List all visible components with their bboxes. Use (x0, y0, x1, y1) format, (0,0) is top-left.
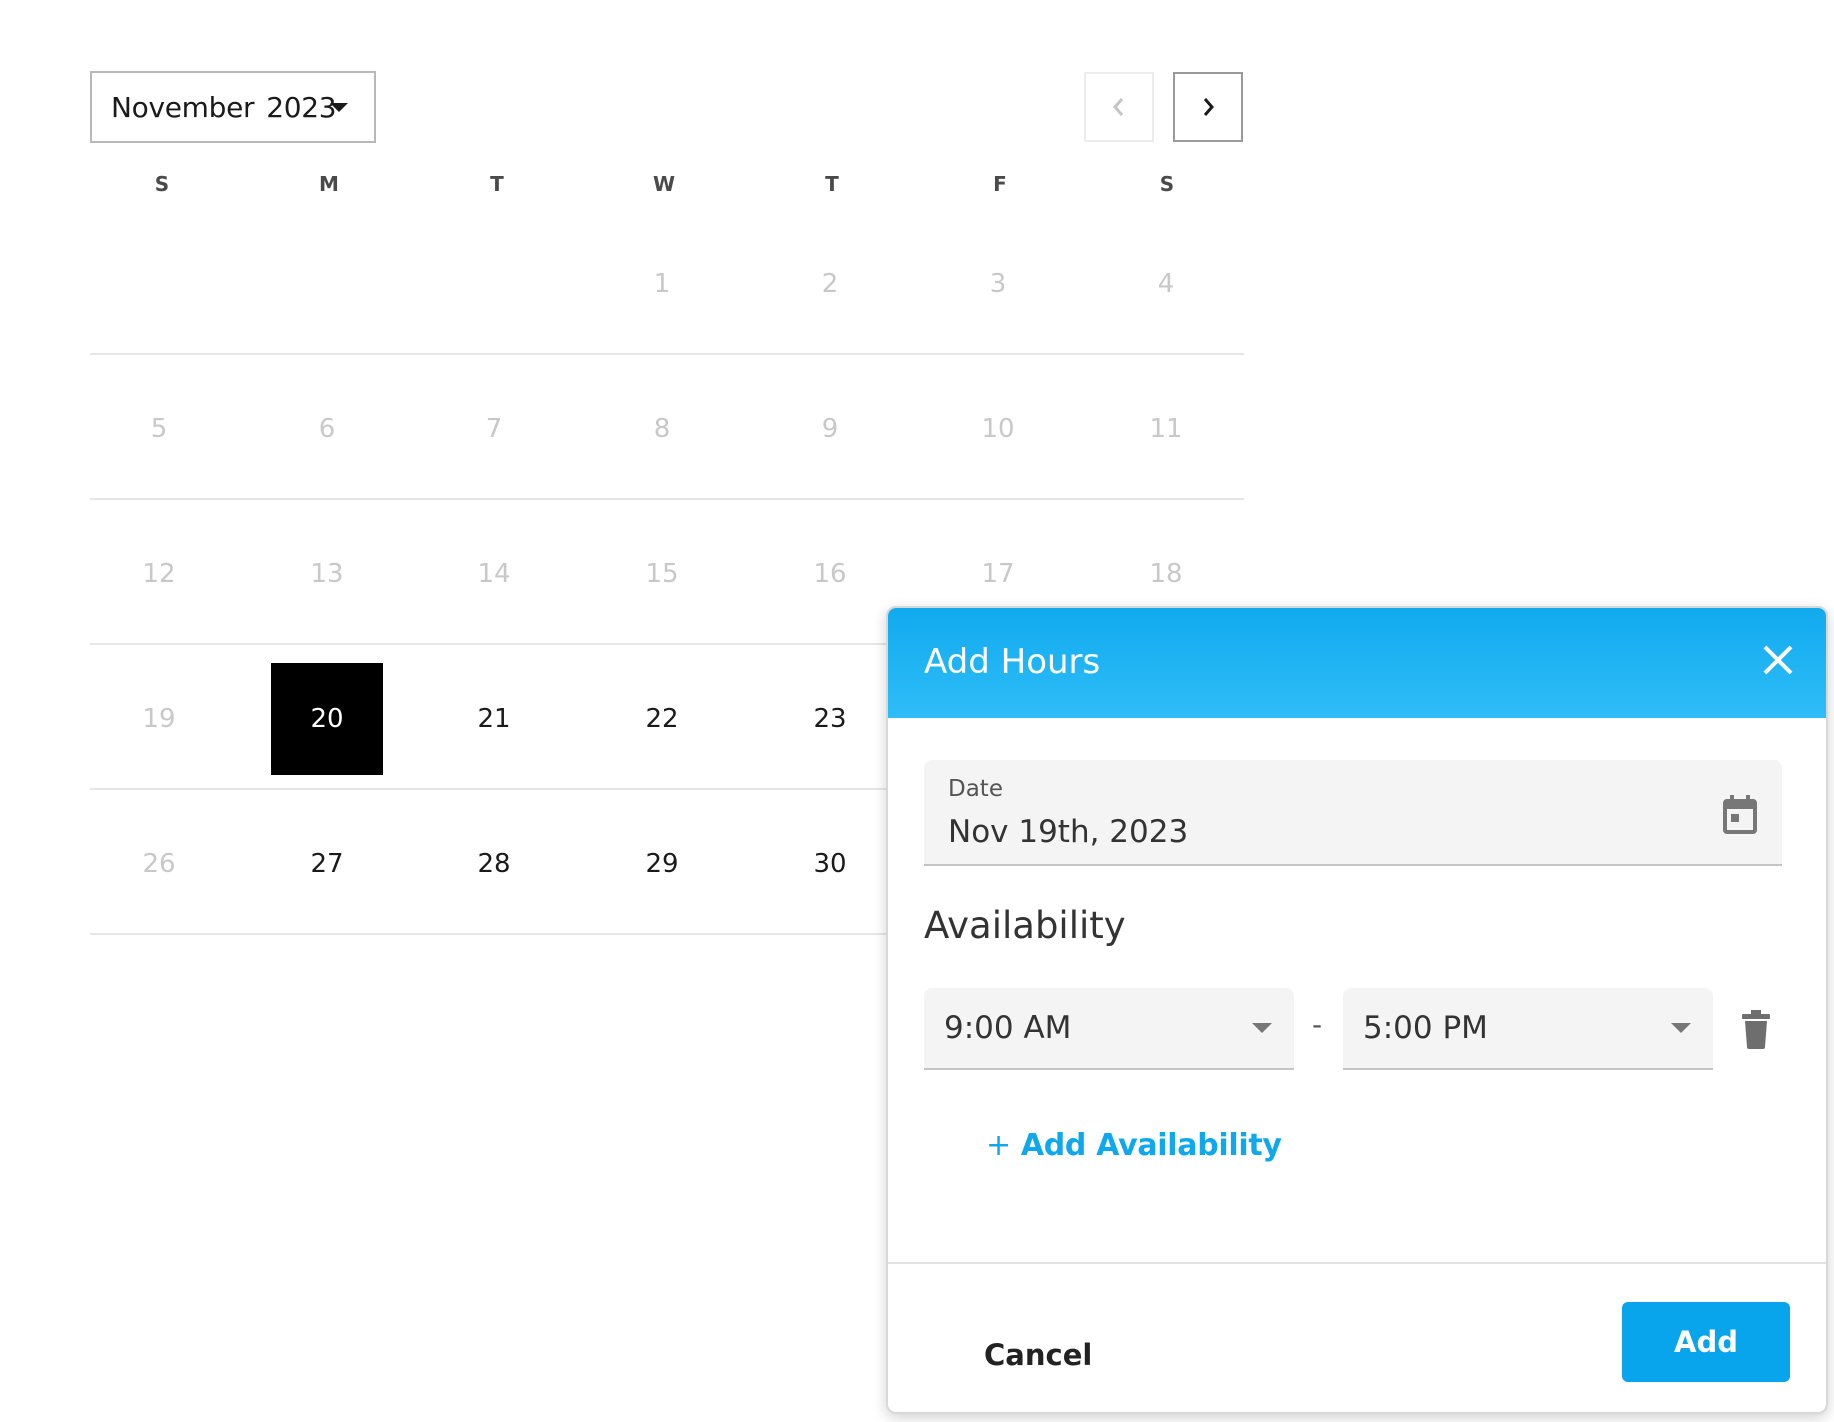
weekday-tuesday: T (490, 172, 504, 196)
month-label: November (111, 90, 255, 124)
weekday-wednesday: W (652, 172, 676, 196)
add-availability-link[interactable]: + Add Availability (986, 1128, 1282, 1163)
dialog-header: Add Hours (888, 608, 1826, 718)
availability-heading: Availability (924, 904, 1126, 947)
calendar-day: 2 (821, 269, 839, 299)
add-hours-dialog: Add Hours Date Nov 19th, 2023 Availabili… (886, 606, 1828, 1414)
caret-down-icon (330, 103, 348, 112)
week-divider (90, 353, 1244, 355)
calendar-day: 26 (142, 849, 176, 879)
calendar-day: 4 (1157, 269, 1175, 299)
weekday-sunday: S (154, 172, 170, 196)
weekday-saturday: S (1159, 172, 1175, 196)
caret-down-icon (1252, 1023, 1272, 1033)
end-time-value: 5:00 PM (1363, 1010, 1488, 1046)
calendar-day-selected[interactable]: 20 (271, 663, 383, 775)
weekday-thursday: T (825, 172, 839, 196)
start-time-select[interactable]: 9:00 AM (924, 988, 1294, 1070)
chevron-right-icon (1203, 98, 1214, 116)
delete-availability-button[interactable] (1738, 1008, 1774, 1050)
calendar-day: 14 (477, 559, 511, 589)
chevron-left-icon (1113, 98, 1124, 116)
caret-down-icon (1671, 1023, 1691, 1033)
calendar-day: 10 (981, 414, 1015, 444)
calendar-day[interactable]: 30 (774, 808, 886, 920)
calendar-day[interactable]: 21 (438, 663, 550, 775)
calendar-day: 7 (485, 414, 503, 444)
availability-screen: November 2023 S M T W T F S 1 2 3 4 5 6 … (0, 0, 1834, 1422)
end-time-select[interactable]: 5:00 PM (1343, 988, 1713, 1070)
calendar-day: 9 (821, 414, 839, 444)
close-icon (1763, 645, 1793, 675)
trash-icon (1742, 1010, 1770, 1049)
date-field[interactable]: Date Nov 19th, 2023 (924, 760, 1782, 866)
add-availability-label: Add Availability (1020, 1128, 1282, 1163)
calendar-day: 3 (989, 269, 1007, 299)
footer-divider (888, 1262, 1826, 1264)
time-range-separator: - (1312, 1008, 1323, 1041)
plus-icon: + (986, 1128, 1011, 1163)
add-button[interactable]: Add (1622, 1302, 1790, 1382)
month-year-select[interactable]: November 2023 (90, 71, 376, 143)
start-time-value: 9:00 AM (944, 1010, 1072, 1046)
calendar-day[interactable]: 29 (606, 808, 718, 920)
calendar-day: 5 (150, 414, 168, 444)
calendar-day: 16 (813, 559, 847, 589)
calendar-day: 13 (310, 559, 344, 589)
calendar-day: 11 (1149, 414, 1183, 444)
calendar-day[interactable]: 28 (438, 808, 550, 920)
weekday-friday: F (993, 172, 1007, 196)
calendar-day[interactable]: 27 (271, 808, 383, 920)
weekday-monday: M (319, 172, 339, 196)
calendar-day: 8 (653, 414, 671, 444)
calendar-icon[interactable] (1720, 792, 1760, 836)
calendar-day: 19 (142, 704, 176, 734)
week-divider (90, 498, 1244, 500)
dialog-title: Add Hours (924, 642, 1101, 682)
calendar-day: 12 (142, 559, 176, 589)
calendar-day: 1 (653, 269, 671, 299)
cancel-button[interactable]: Cancel (984, 1338, 1092, 1372)
calendar-day: 6 (318, 414, 336, 444)
close-button[interactable] (1758, 640, 1798, 680)
year-label: 2023 (266, 90, 337, 124)
calendar-day: 15 (645, 559, 679, 589)
previous-month-button[interactable] (1084, 72, 1154, 142)
calendar-day[interactable]: 23 (774, 663, 886, 775)
next-month-button[interactable] (1173, 72, 1243, 142)
date-label: Date (948, 776, 1003, 802)
calendar-day[interactable]: 22 (606, 663, 718, 775)
date-value: Nov 19th, 2023 (948, 814, 1189, 850)
